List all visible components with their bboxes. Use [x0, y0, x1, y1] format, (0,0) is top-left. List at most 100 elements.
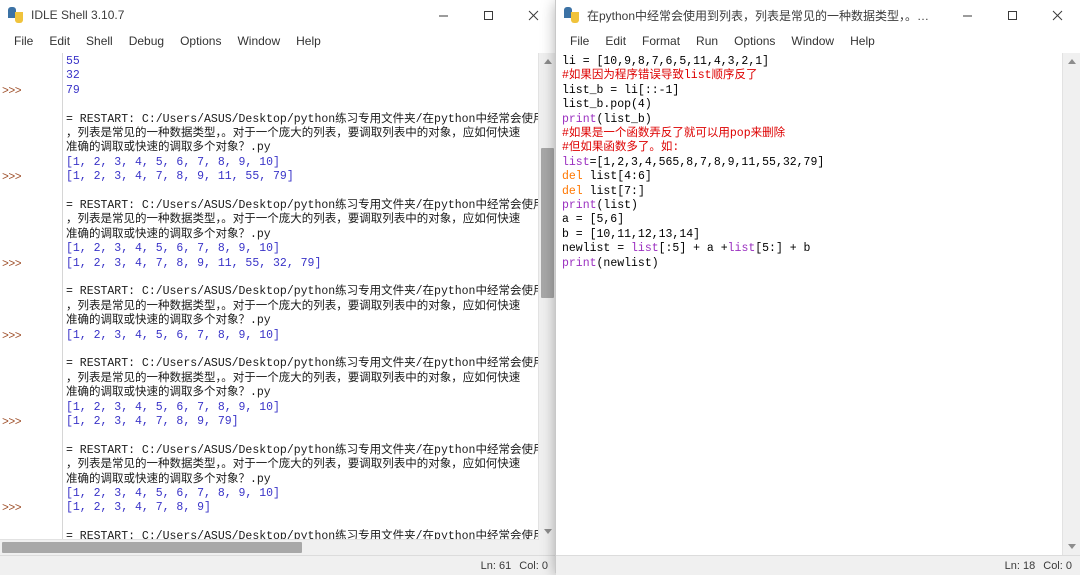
shell-line: = RESTART: C:/Users/ASUS/Desktop/python练…: [66, 112, 556, 126]
shell-horizontal-scrollbar[interactable]: [0, 539, 539, 555]
scroll-up-icon[interactable]: [539, 53, 556, 70]
editor-code-line[interactable]: list=[1,2,3,4,565,8,7,8,9,11,55,32,79]: [562, 156, 1060, 170]
shell-line: [1, 2, 3, 4, 5, 6, 7, 8, 9, 10]: [66, 155, 280, 169]
editor-code-line[interactable]: #如果是一个函数弄反了就可以用pop来删除: [562, 127, 1060, 141]
scroll-down-icon[interactable]: [1063, 538, 1080, 555]
shell-line: [1, 2, 3, 4, 5, 6, 7, 8, 9, 10]: [66, 242, 280, 256]
shell-line: [1, 2, 3, 4, 7, 8, 9, 79]: [66, 415, 239, 428]
shell-menu-edit[interactable]: Edit: [41, 31, 78, 52]
code-token: (list): [596, 199, 638, 213]
code-token: list: [562, 155, 590, 169]
shell-menu-shell[interactable]: Shell: [78, 31, 121, 52]
editor-code-line[interactable]: a = [5,6]: [562, 213, 1060, 227]
editor-menu-help[interactable]: Help: [842, 31, 883, 52]
code-token: del: [562, 170, 583, 184]
editor-code-line[interactable]: newlist = list[:5] + a +list[5:] + b: [562, 242, 1060, 256]
editor-menu-format[interactable]: Format: [634, 31, 688, 52]
shell-line: [1, 2, 3, 4, 7, 8, 9]: [66, 501, 211, 515]
shell-menubar[interactable]: File Edit Shell Debug Options Window Help: [0, 31, 556, 53]
shell-prompt: >>>: [2, 416, 22, 429]
hscrollbar-thumb[interactable]: [2, 542, 302, 553]
editor-code-line[interactable]: print(list_b): [562, 113, 1060, 127]
editor-code-line[interactable]: print(newlist): [562, 257, 1060, 271]
code-token: print: [562, 199, 597, 213]
shell-line: [1, 2, 3, 4, 5, 6, 7, 8, 9, 10]: [66, 328, 280, 342]
editor-code-line[interactable]: b = [10,11,12,13,14]: [562, 228, 1060, 242]
shell-scroll-region[interactable]: 55 32 79 = RESTART: C:/Users/ASUS/Desktop/p…: [0, 53, 556, 555]
editor-menu-window[interactable]: Window: [783, 31, 842, 52]
shell-menu-window[interactable]: Window: [229, 31, 288, 52]
shell-line-indicator: Ln: 61: [480, 559, 512, 572]
code-token: #如果是一个函数弄反了就可以用pop来删除: [562, 127, 786, 141]
shell-gutter-divider: [62, 53, 63, 555]
shell-line: 55: [66, 55, 80, 68]
close-icon[interactable]: [1035, 0, 1080, 30]
shell-col-indicator: Col: 0: [519, 559, 548, 572]
code-token: list: [582, 184, 618, 198]
shell-prompt: >>>: [2, 502, 22, 516]
shell-menu-options[interactable]: Options: [172, 31, 229, 52]
minimize-icon[interactable]: [945, 0, 990, 30]
code-token: =[1,2,3,4,565,8,7,8,9,11,55,32,79]: [589, 155, 825, 169]
shell-titlebar[interactable]: IDLE Shell 3.10.7: [0, 0, 556, 31]
shell-menu-help[interactable]: Help: [288, 31, 329, 52]
editor-col-indicator: Col: 0: [1043, 559, 1072, 572]
python-logo-icon: [564, 7, 580, 23]
shell-line: ，列表是常见的一种数据类型，。对于一个庞大的列表，要调取列表中的对象，应如何快速: [66, 127, 521, 140]
editor-code-line[interactable]: list_b.pop(4): [562, 98, 1060, 112]
editor-text-area[interactable]: li = [10,9,8,7,6,5,11,4,3,2,1] #如果因为程序错误导…: [556, 53, 1080, 555]
editor-menu-file[interactable]: File: [562, 31, 597, 52]
editor-code-line[interactable]: #但如果函数多了。如:: [562, 141, 1060, 155]
code-token: #但如果函数多了。如:: [562, 141, 680, 155]
code-token: list: [582, 170, 618, 184]
shell-menu-debug[interactable]: Debug: [121, 31, 172, 52]
idle-shell-window[interactable]: IDLE Shell 3.10.7 File Edit Shell Debug Opti…: [0, 0, 556, 575]
code-token: [4:6]: [617, 170, 652, 184]
shell-vertical-scrollbar[interactable]: [538, 53, 556, 555]
scroll-down-icon[interactable]: [539, 523, 556, 540]
shell-line: 79: [66, 83, 80, 97]
shell-window-title: IDLE Shell 3.10.7: [31, 8, 125, 22]
shell-line: 准确的调取或快速的调取多个对象？.py: [66, 227, 271, 241]
editor-menu-options[interactable]: Options: [726, 31, 783, 52]
editor-titlebar[interactable]: 在python中经常会使用到列表，列表是常见的一种数据类型，。对于一…: [556, 0, 1080, 31]
shell-menu-file[interactable]: File: [6, 31, 41, 52]
editor-code-line[interactable]: list_b = li[::-1]: [562, 84, 1060, 98]
minimize-icon[interactable]: [421, 0, 466, 30]
editor-menubar[interactable]: File Edit Format Run Options Window Help: [556, 31, 1080, 53]
scrollbar-thumb[interactable]: [541, 148, 554, 298]
editor-menu-edit[interactable]: Edit: [597, 31, 634, 52]
code-token: li = [10,9,8,7,6,5,11,4,3,2,1]: [562, 55, 770, 68]
code-token: a = [5,6]: [562, 213, 625, 227]
close-icon[interactable]: [511, 0, 556, 30]
code-token: list_b = li[::-1]: [562, 83, 680, 97]
editor-statusbar: Ln: 18 Col: 0: [556, 555, 1080, 575]
code-token: del: [562, 184, 583, 198]
shell-prompt: >>>: [2, 257, 22, 271]
idle-editor-window[interactable]: 在python中经常会使用到列表，列表是常见的一种数据类型，。对于一… File…: [556, 0, 1080, 575]
editor-window-title: 在python中经常会使用到列表，列表是常见的一种数据类型，。对于一…: [587, 8, 945, 23]
shell-line: ，列表是常见的一种数据类型，。对于一个庞大的列表，要调取列表中的对象，应如何快速: [66, 299, 521, 313]
editor-code-line[interactable]: del list[4:6]: [562, 170, 1060, 184]
scroll-up-icon[interactable]: [1063, 53, 1080, 70]
shell-line: [1, 2, 3, 4, 5, 6, 7, 8, 9, 10]: [66, 400, 280, 414]
editor-code-line[interactable]: print(list): [562, 199, 1060, 213]
editor-code-line[interactable]: li = [10,9,8,7,6,5,11,4,3,2,1]: [562, 55, 1060, 69]
maximize-icon[interactable]: [466, 0, 511, 30]
code-token: list: [631, 242, 659, 256]
editor-code-line[interactable]: del list[7:]: [562, 185, 1060, 199]
shell-line: ，列表是常见的一种数据类型，。对于一个庞大的列表，要调取列表中的对象，应如何快速: [66, 213, 521, 227]
shell-text-area[interactable]: 55 32 79 = RESTART: C:/Users/ASUS/Desktop/p…: [0, 53, 556, 555]
editor-code-body[interactable]: li = [10,9,8,7,6,5,11,4,3,2,1] #如果因为程序错误导…: [562, 55, 1060, 271]
maximize-icon[interactable]: [990, 0, 1035, 30]
code-token: #如果因为程序错误导致list顺序反了: [562, 69, 758, 83]
editor-vertical-scrollbar[interactable]: [1062, 53, 1080, 555]
editor-menu-run[interactable]: Run: [688, 31, 726, 52]
shell-line: 准确的调取或快速的调取多个对象？.py: [66, 386, 271, 400]
shell-line: ，列表是常见的一种数据类型，。对于一个庞大的列表，要调取列表中的对象，应如何快速: [66, 458, 521, 472]
shell-line: = RESTART: C:/Users/ASUS/Desktop/python练…: [66, 285, 556, 299]
shell-line: = RESTART: C:/Users/ASUS/Desktop/python练…: [66, 357, 556, 371]
shell-statusbar: Ln: 61 Col: 0: [0, 555, 556, 575]
editor-code-line[interactable]: #如果因为程序错误导致list顺序反了: [562, 69, 1060, 83]
code-token: newlist =: [562, 242, 632, 256]
